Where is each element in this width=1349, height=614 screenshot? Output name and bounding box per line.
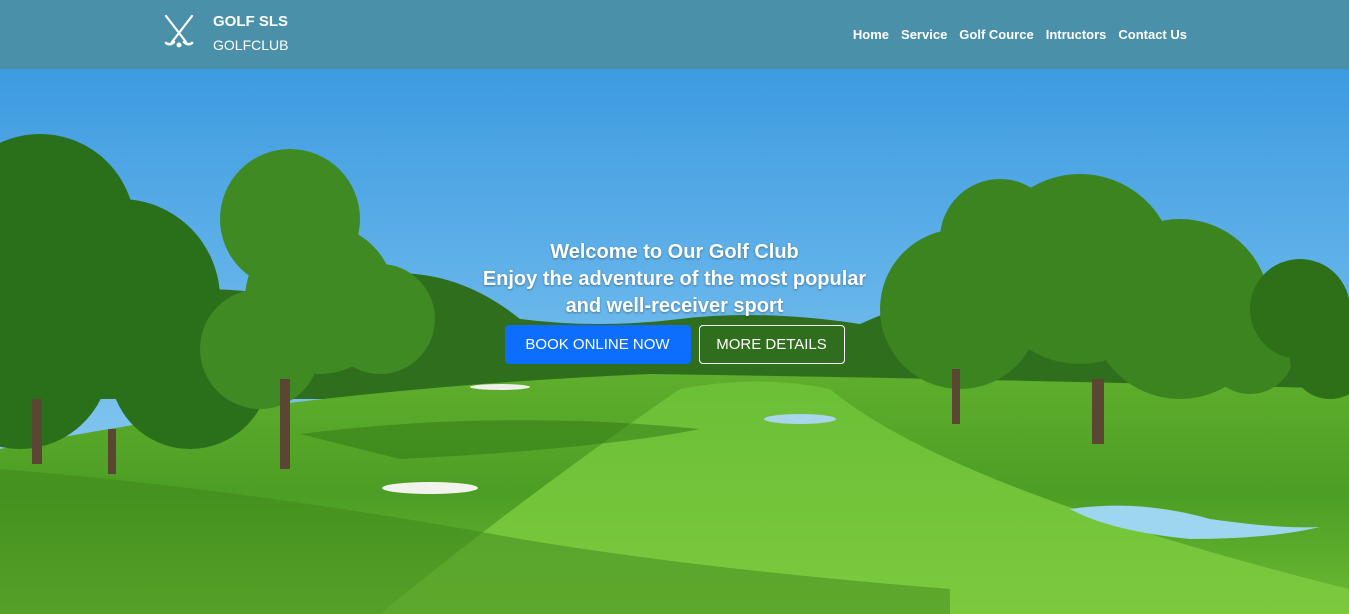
hero-heading: Welcome to Our Golf Club Enjoy the adven… (0, 239, 1349, 320)
hero-title: Welcome to Our Golf Club (550, 241, 799, 263)
crossed-golf-clubs-icon (160, 12, 213, 57)
nav-contact-us[interactable]: Contact Us (1118, 27, 1187, 42)
main-nav: Home Service Golf Cource Intructors Cont… (853, 27, 1187, 42)
nav-service[interactable]: Service (901, 27, 947, 42)
hero-section: Welcome to Our Golf Club Enjoy the adven… (0, 69, 1349, 614)
navbar: GOLF SLS GOLFCLUB Home Service Golf Cour… (0, 0, 1349, 69)
hero-actions: BOOK ONLINE NOW MORE DETAILS (0, 325, 1349, 364)
brand-name: GOLF SLS (213, 13, 288, 30)
more-details-button[interactable]: MORE DETAILS (698, 325, 845, 364)
hero-tagline-line1: Enjoy the adventure of the most popular (482, 268, 867, 290)
brand-subtitle: GOLFCLUB (213, 37, 289, 53)
nav-home[interactable]: Home (853, 27, 889, 42)
book-online-button[interactable]: BOOK ONLINE NOW (504, 325, 691, 364)
nav-instructors[interactable]: Intructors (1046, 27, 1107, 42)
hero-tagline-line2: and well-receiver sport (565, 295, 784, 317)
nav-golf-course[interactable]: Golf Cource (959, 27, 1033, 42)
brand-logo[interactable]: GOLF SLS GOLFCLUB (160, 12, 288, 58)
